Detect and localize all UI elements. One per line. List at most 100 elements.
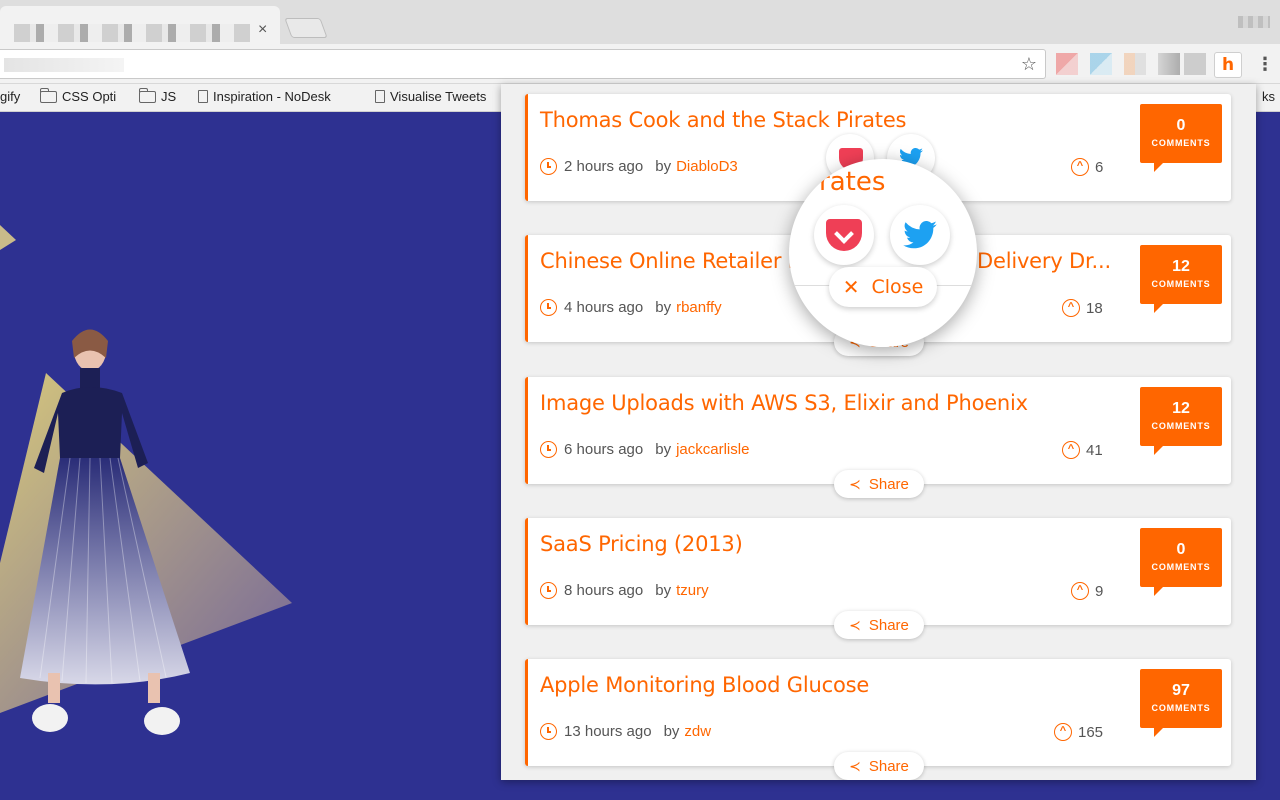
story-author[interactable]: DiabloD3 [676,158,738,175]
tab-strip: × [0,0,1280,44]
twitter-icon [903,221,937,249]
story-title-right[interactable]: Delivery Dr... [977,249,1111,273]
story-time: 6 hours ago [564,441,644,458]
comments-label: COMMENTS [1151,279,1211,289]
points-value: 41 [1086,441,1103,459]
url-text-blurred [4,58,124,72]
bookmark-label: ks [1262,89,1275,104]
bookmark-item[interactable]: Inspiration - NoDesk [198,89,331,104]
page-icon [198,90,208,103]
comments-badge[interactable]: 97 COMMENTS [1140,669,1222,737]
tab-close-icon[interactable]: × [258,20,267,40]
close-share-button[interactable]: ✕ Close [829,267,937,307]
clock-icon [540,158,557,175]
story-time: 2 hours ago [564,158,644,175]
figure-shoe-right [144,707,180,735]
story-time: 4 hours ago [564,299,644,316]
magnifier-lens: rates ✕ Close [789,159,977,347]
extension-icon-2[interactable] [1090,53,1112,75]
address-bar[interactable]: ☆ [0,49,1046,79]
extension-icon-1[interactable] [1056,53,1078,75]
points-value: 165 [1078,723,1104,741]
story-card[interactable]: SaaS Pricing (2013) 8 hours ago by tzury… [525,518,1231,625]
new-tab-button[interactable] [284,18,328,38]
comments-badge[interactable]: 12 COMMENTS [1140,387,1222,455]
story-meta: 13 hours ago by zdw [540,723,711,740]
story-card[interactable]: Image Uploads with AWS S3, Elixir and Ph… [525,377,1231,484]
story-card[interactable]: Apple Monitoring Blood Glucose 13 hours … [525,659,1231,766]
share-icon: ≺ [849,757,861,774]
page-icon [375,90,385,103]
story-author[interactable]: zdw [684,723,711,740]
comments-label: COMMENTS [1151,562,1211,572]
folder-icon [39,87,57,103]
upvote-icon: ^ [1054,723,1072,741]
browser-menu-icon[interactable]: ⋮ [1256,54,1274,74]
story-author[interactable]: jackcarlisle [676,441,749,458]
story-by-label: by [663,723,680,740]
comments-badge[interactable]: 0 COMMENTS [1140,104,1222,172]
upvote-icon: ^ [1062,441,1080,459]
points-value: 18 [1086,299,1103,317]
story-points: ^ 41 [1062,441,1103,459]
story-points: ^ 6 [1071,158,1103,176]
window-controls[interactable] [1238,16,1270,28]
share-icon: ≺ [849,475,861,492]
clock-icon [540,299,557,316]
story-by-label: by [655,158,672,175]
story-points: ^ 165 [1054,723,1103,741]
story-title[interactable]: Thomas Cook and the Stack Pirates [540,108,906,132]
hacker-news-extension-icon[interactable]: h [1214,52,1242,78]
bookmark-label: JS [161,89,177,104]
story-by-label: by [655,299,672,316]
bookmark-folder[interactable]: CSS Opti [39,87,117,104]
story-title[interactable]: Image Uploads with AWS S3, Elixir and Ph… [540,391,1028,415]
points-value: 6 [1095,158,1104,176]
clock-icon [540,441,557,458]
comments-badge[interactable]: 0 COMMENTS [1140,528,1222,596]
extension-icon-4[interactable] [1158,53,1180,75]
comments-label: COMMENTS [1151,421,1211,431]
share-button[interactable]: ≺ Share [834,752,924,780]
share-button[interactable]: ≺ Share [834,470,924,498]
share-button[interactable]: ≺ Share [834,611,924,639]
share-label: Share [868,616,909,634]
story-time: 8 hours ago [564,582,644,599]
active-tab[interactable]: × [0,6,280,44]
twitter-share-button[interactable] [890,205,950,265]
upvote-icon: ^ [1071,582,1089,600]
extension-icon-5[interactable] [1184,53,1206,75]
story-title[interactable]: SaaS Pricing (2013) [540,532,743,556]
story-author[interactable]: tzury [676,582,709,599]
clock-icon [540,723,557,740]
pocket-icon [826,219,862,251]
pocket-share-button[interactable] [814,205,874,265]
story-title-left[interactable]: Chinese Online Retailer D [540,249,804,273]
extension-icon-3[interactable] [1124,53,1146,75]
story-meta: 2 hours ago by DiabloD3 [540,158,738,175]
browser-toolbar: ☆ h ⋮ [0,44,1280,84]
story-meta: 8 hours ago by tzury [540,582,709,599]
folder-icon [138,87,156,103]
bookmark-folder[interactable]: JS [138,87,177,104]
bookmark-item[interactable]: Visualise Tweets [375,89,486,104]
bookmark-label: gify [0,89,21,104]
comments-count: 12 [1172,400,1190,417]
story-title[interactable]: Apple Monitoring Blood Glucose [540,673,869,697]
share-label: Share [868,757,909,775]
bookmark-label: CSS Opti [62,89,117,104]
comments-count: 0 [1176,117,1186,134]
bookmark-star-icon[interactable]: ☆ [1021,54,1037,75]
figure-shoe-left [32,704,68,732]
share-label: Share [868,475,909,493]
bookmark-label: Visualise Tweets [390,89,487,104]
story-author[interactable]: rbanffy [676,299,722,316]
comments-badge[interactable]: 12 COMMENTS [1140,245,1222,313]
bookmark-overflow[interactable]: ks [1262,89,1275,104]
points-value: 9 [1095,582,1104,600]
bookmark-item[interactable]: gify [0,89,20,104]
close-label: Close [871,276,924,298]
page-hero-illustration [0,225,292,735]
magnified-title-fragment: rates [819,167,886,197]
comments-count: 12 [1172,258,1190,275]
